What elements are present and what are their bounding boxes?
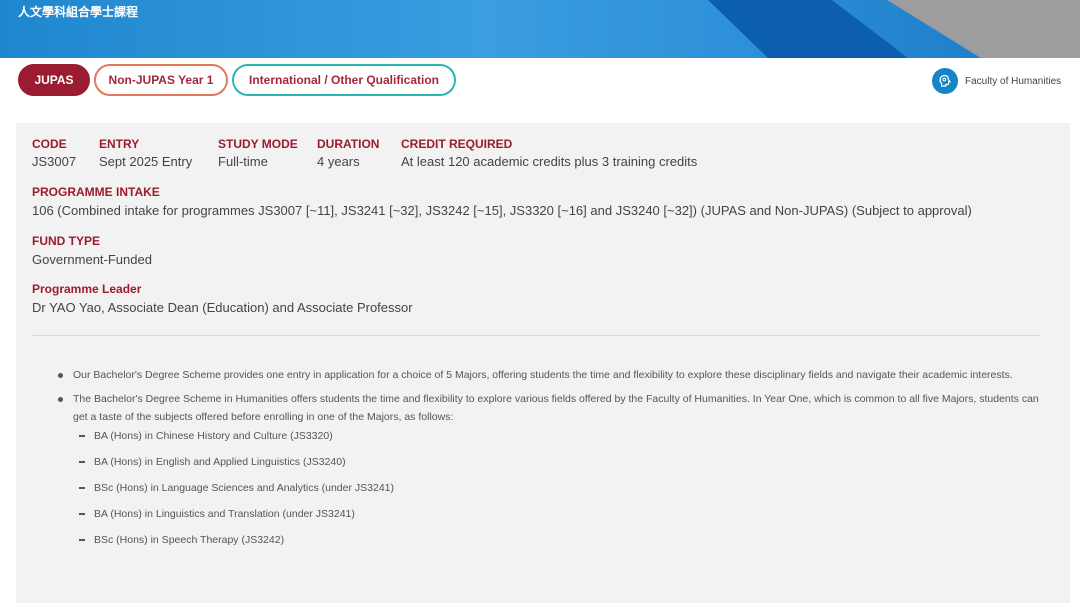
- page-title: 人文學科組合學士課程: [18, 5, 139, 19]
- header-banner: 人文學科組合學士課程: [0, 0, 1080, 58]
- faculty-link[interactable]: Faculty of Humanities: [932, 68, 1061, 94]
- entry-block: ENTRY Sept 2025 Entry: [99, 137, 192, 169]
- fund-block: FUND TYPE Government-Funded: [32, 234, 152, 267]
- faculty-name: Faculty of Humanities: [965, 75, 1062, 87]
- major-item: BA (Hons) in English and Applied Linguis…: [56, 452, 1056, 478]
- list-item: Our Bachelor's Degree Scheme provides on…: [56, 366, 1056, 384]
- programme-info-panel: CODE JS3007 ENTRY Sept 2025 Entry STUDY …: [16, 123, 1070, 603]
- leader-block: Programme Leader Dr YAO Yao, Associate D…: [32, 282, 413, 315]
- leader-label: Programme Leader: [32, 282, 142, 296]
- intake-value: 106 (Combined intake for programmes JS30…: [32, 203, 972, 218]
- entry-label: ENTRY: [99, 137, 140, 151]
- major-item: BSc (Hons) in Speech Therapy (JS3242): [56, 530, 1056, 556]
- study-mode-block: STUDY MODE Full-time: [218, 137, 298, 169]
- entry-value: Sept 2025 Entry: [99, 154, 193, 169]
- major-item: BSc (Hons) in Language Sciences and Anal…: [56, 478, 1056, 504]
- duration-value: 4 years: [317, 154, 360, 169]
- duration-block: DURATION 4 years: [317, 137, 379, 169]
- major-item: BA (Hons) in Chinese History and Culture…: [56, 426, 1056, 452]
- study-mode-label: STUDY MODE: [218, 137, 298, 151]
- list-item: The Bachelor's Degree Scheme in Humaniti…: [56, 390, 1056, 426]
- head-brain-icon: [932, 68, 958, 94]
- leader-value: Dr YAO Yao, Associate Dean (Education) a…: [32, 300, 413, 315]
- programme-description: Our Bachelor's Degree Scheme provides on…: [56, 366, 1056, 556]
- code-label: CODE: [32, 137, 67, 151]
- major-item: BA (Hons) in Linguistics and Translation…: [56, 504, 1056, 530]
- code-value: JS3007: [32, 154, 77, 169]
- banner-dark-stripe: [708, 0, 908, 58]
- intake-label: PROGRAMME INTAKE: [32, 185, 160, 199]
- credit-value: At least 120 academic credits plus 3 tra…: [401, 154, 698, 169]
- credit-block: CREDIT REQUIRED At least 120 academic cr…: [401, 137, 697, 169]
- duration-label: DURATION: [317, 137, 380, 151]
- tab-non-jupas-year-1[interactable]: Non-JUPAS Year 1: [94, 64, 228, 96]
- fund-label: FUND TYPE: [32, 234, 101, 248]
- study-mode-value: Full-time: [218, 154, 268, 169]
- fund-value: Government-Funded: [32, 252, 152, 267]
- credit-label: CREDIT REQUIRED: [401, 137, 513, 151]
- tab-jupas[interactable]: JUPAS: [18, 64, 90, 96]
- tab-international-other[interactable]: International / Other Qualification: [232, 64, 456, 96]
- intake-block: PROGRAMME INTAKE 106 (Combined intake fo…: [32, 185, 972, 218]
- code-block: CODE JS3007: [32, 137, 76, 169]
- section-divider: [32, 335, 1040, 336]
